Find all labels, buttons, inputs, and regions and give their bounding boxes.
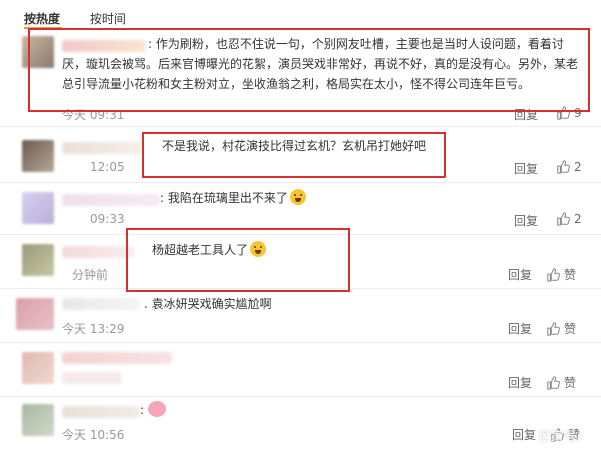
thumbs-up-icon <box>557 212 570 226</box>
tab-by-time[interactable]: 按时间 <box>90 12 126 26</box>
like-count: 2 <box>574 212 582 226</box>
tab-by-hot[interactable]: 按热度 <box>24 12 60 26</box>
comment-text-cont: 厌，璇玑会被骂。后来官博曝光的花絮，演员哭戏非常好，再说不好，真的是没有心。另外… <box>62 57 579 91</box>
divider <box>0 126 601 127</box>
username-blurred[interactable] <box>62 246 134 258</box>
sort-tabs: 按热度 按时间 <box>24 10 152 27</box>
reply-button[interactable]: 回复 <box>508 266 532 283</box>
comment-time: 今天 10:56 <box>62 428 125 442</box>
like-label: 赞 <box>564 268 577 282</box>
reply-button[interactable]: 回复 <box>512 426 536 443</box>
comment-time: 今天 09:31 <box>62 108 125 122</box>
comment-time: 今天 13:29 <box>62 322 125 336</box>
laughing-emoji-icon <box>289 189 306 205</box>
thumbs-up-icon <box>557 160 570 174</box>
comment-time: 分钟前 <box>72 268 109 282</box>
reply-button[interactable]: 回复 <box>508 320 532 337</box>
username-blurred[interactable] <box>62 298 140 310</box>
comment-text: 杨超越老工具人了 <box>152 240 267 260</box>
avatar[interactable] <box>22 36 54 68</box>
avatar[interactable] <box>22 140 54 172</box>
like-count: 2 <box>574 160 582 174</box>
avatar[interactable] <box>22 244 54 276</box>
tab-active-indicator <box>24 27 62 29</box>
avatar[interactable] <box>22 192 54 224</box>
avatar[interactable] <box>16 298 54 330</box>
comment-text: : 我陷在琉璃里出不来了 <box>160 188 306 208</box>
comment-text-blurred <box>62 372 122 384</box>
comment-time: 09:33 <box>90 212 125 226</box>
reply-button[interactable]: 回复 <box>514 212 538 229</box>
watermark: 百家号/ <box>537 430 581 445</box>
comment-text: 不是我说，村花演技比得过玄机？玄机吊打她好吧 <box>162 139 427 153</box>
comment-text: : 作为刷粉，也忍不住说一句，个别网友吐槽，主要也是当时人设问题，看着讨 <box>148 37 564 51</box>
reply-button[interactable]: 回复 <box>514 160 538 177</box>
avatar[interactable] <box>22 352 54 384</box>
like-label: 赞 <box>564 322 577 336</box>
like-count: 9 <box>574 106 582 120</box>
divider <box>0 234 601 235</box>
divider <box>0 396 601 397</box>
pig-emoji-icon <box>148 401 167 417</box>
username-blurred[interactable] <box>62 40 146 52</box>
comment-text: . 袁冰妍哭戏确实尴尬啊 <box>144 297 272 311</box>
like-button[interactable]: 赞 <box>546 374 576 391</box>
username-blurred[interactable] <box>62 406 140 418</box>
highlight-box <box>126 228 350 292</box>
like-button[interactable]: 赞 <box>546 320 576 337</box>
thumbs-up-icon <box>557 106 570 120</box>
like-button[interactable]: 9 <box>556 106 582 120</box>
divider <box>0 342 601 343</box>
avatar[interactable] <box>22 404 54 436</box>
reply-button[interactable]: 回复 <box>514 106 538 123</box>
thumbs-up-icon <box>547 375 560 390</box>
username-blurred[interactable] <box>62 194 160 206</box>
divider <box>0 288 601 289</box>
like-button[interactable]: 赞 <box>546 266 576 283</box>
screaming-emoji-icon <box>250 241 267 257</box>
comment-time: 12:05 <box>90 160 125 174</box>
like-button[interactable]: 2 <box>556 160 582 174</box>
comment-text: : <box>140 400 167 420</box>
like-button[interactable]: 2 <box>556 212 582 226</box>
reply-button[interactable]: 回复 <box>508 374 532 391</box>
like-label: 赞 <box>564 376 577 390</box>
username-blurred[interactable] <box>62 352 172 364</box>
username-blurred[interactable] <box>62 142 142 154</box>
thumbs-up-icon <box>547 267 560 282</box>
divider <box>0 182 601 183</box>
thumbs-up-icon <box>547 321 560 336</box>
